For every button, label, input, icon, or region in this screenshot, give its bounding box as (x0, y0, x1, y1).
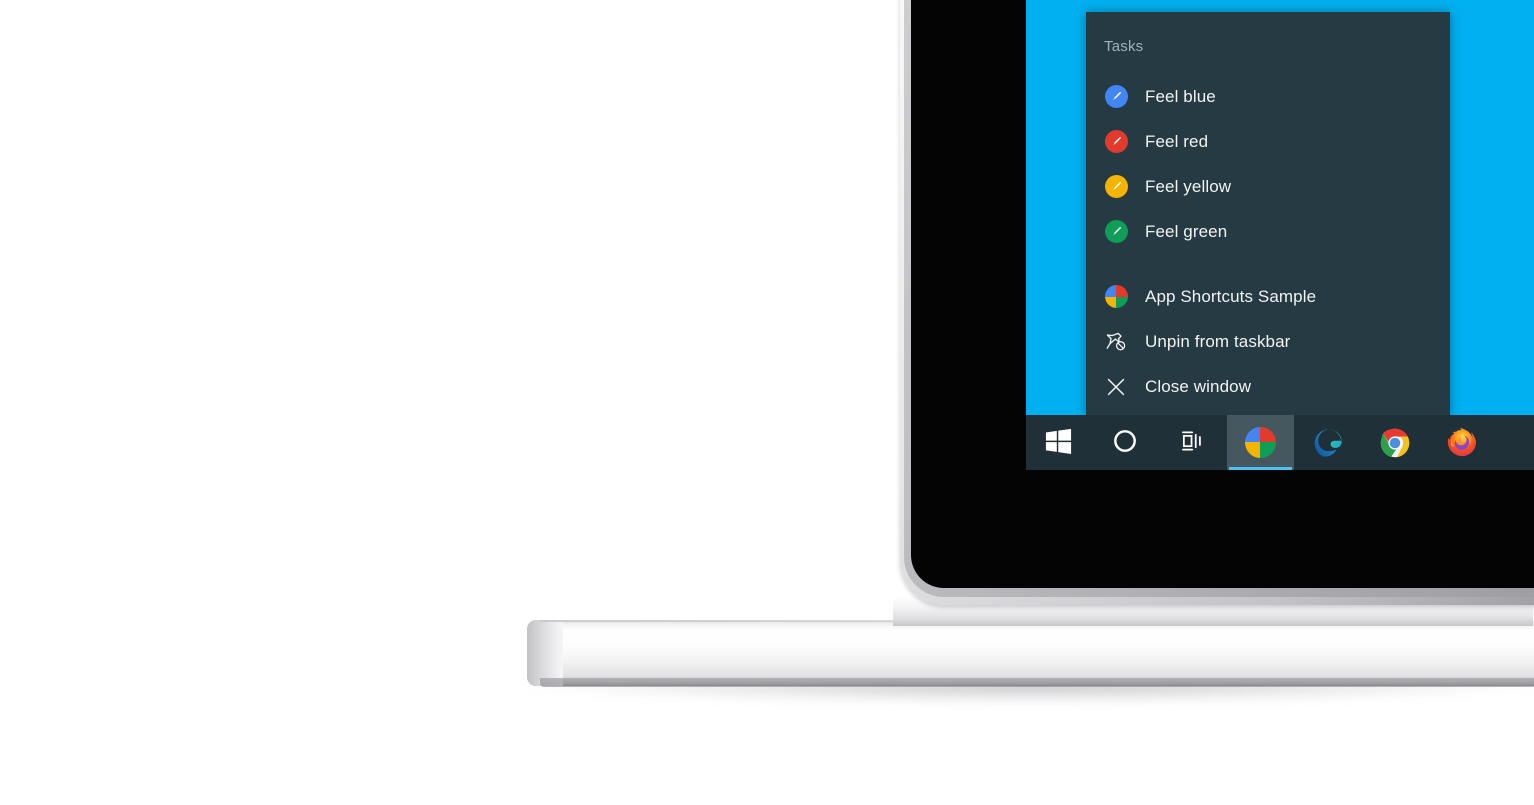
edge-icon (1312, 427, 1344, 459)
jump-list-tasks-header: Tasks (1104, 38, 1144, 55)
taskbar-app-shortcuts-sample-button[interactable] (1227, 415, 1294, 470)
jump-list-item-label: Feel blue (1145, 86, 1216, 106)
app-quad-icon (1244, 426, 1277, 459)
taskbar-start-button[interactable] (1026, 415, 1093, 470)
jump-list-item-label: Unpin from taskbar (1145, 331, 1291, 351)
cortana-ring-icon (1111, 427, 1143, 459)
jump-list-item-label: Feel yellow (1145, 176, 1232, 196)
jump-list-item-label: Feel red (1145, 131, 1209, 151)
unpin-icon (1103, 329, 1129, 355)
windows-logo-icon (1044, 427, 1076, 459)
taskbar-task-view-button[interactable] (1160, 415, 1227, 470)
jump-list-item-label: App Shortcuts Sample (1145, 286, 1317, 306)
laptop-base-bottom-edge (540, 678, 1534, 687)
taskbar-edge-button[interactable] (1294, 415, 1361, 470)
paint-green-icon (1103, 219, 1129, 245)
paint-yellow-icon (1103, 174, 1129, 200)
jump-list-item-label: Feel green (1145, 221, 1228, 241)
jump-list-item-feel-red[interactable]: Feel red (1086, 119, 1450, 164)
laptop-scene: Tasks Feel blue Feel red Feel yellow Fee… (0, 0, 1534, 805)
taskbar-search-button[interactable] (1093, 415, 1160, 470)
jump-list-item-unpin-from-taskbar[interactable]: Unpin from taskbar (1086, 319, 1450, 364)
jump-list-item-feel-green[interactable]: Feel green (1086, 209, 1450, 254)
laptop-base-left-edge (527, 620, 563, 686)
paint-blue-icon (1103, 84, 1129, 110)
jump-list-item-label: Close window (1145, 376, 1252, 396)
task-view-icon (1178, 427, 1210, 459)
taskbar-chrome-button[interactable] (1361, 415, 1428, 470)
paint-red-icon (1103, 129, 1129, 155)
jump-list-item-feel-yellow[interactable]: Feel yellow (1086, 164, 1450, 209)
app-quad-icon (1103, 284, 1129, 310)
windows-desktop-screen: Tasks Feel blue Feel red Feel yellow Fee… (1026, 0, 1534, 470)
firefox-icon (1446, 427, 1478, 459)
laptop-base (527, 620, 1534, 686)
jump-list-item-app-shortcuts-sample[interactable]: App Shortcuts Sample (1086, 274, 1450, 319)
windows-taskbar[interactable] (1026, 415, 1534, 470)
chrome-icon (1379, 427, 1411, 459)
jump-list-item-feel-blue[interactable]: Feel blue (1086, 74, 1450, 119)
taskbar-firefox-button[interactable] (1428, 415, 1495, 470)
close-icon (1103, 374, 1129, 400)
jump-list-actions-group: App Shortcuts Sample Unpin from taskbar … (1086, 274, 1450, 409)
jump-list-menu[interactable]: Tasks Feel blue Feel red Feel yellow Fee… (1086, 12, 1450, 415)
jump-list-item-close-window[interactable]: Close window (1086, 364, 1450, 409)
jump-list-tasks-group: Feel blue Feel red Feel yellow Feel gree… (1086, 74, 1450, 254)
